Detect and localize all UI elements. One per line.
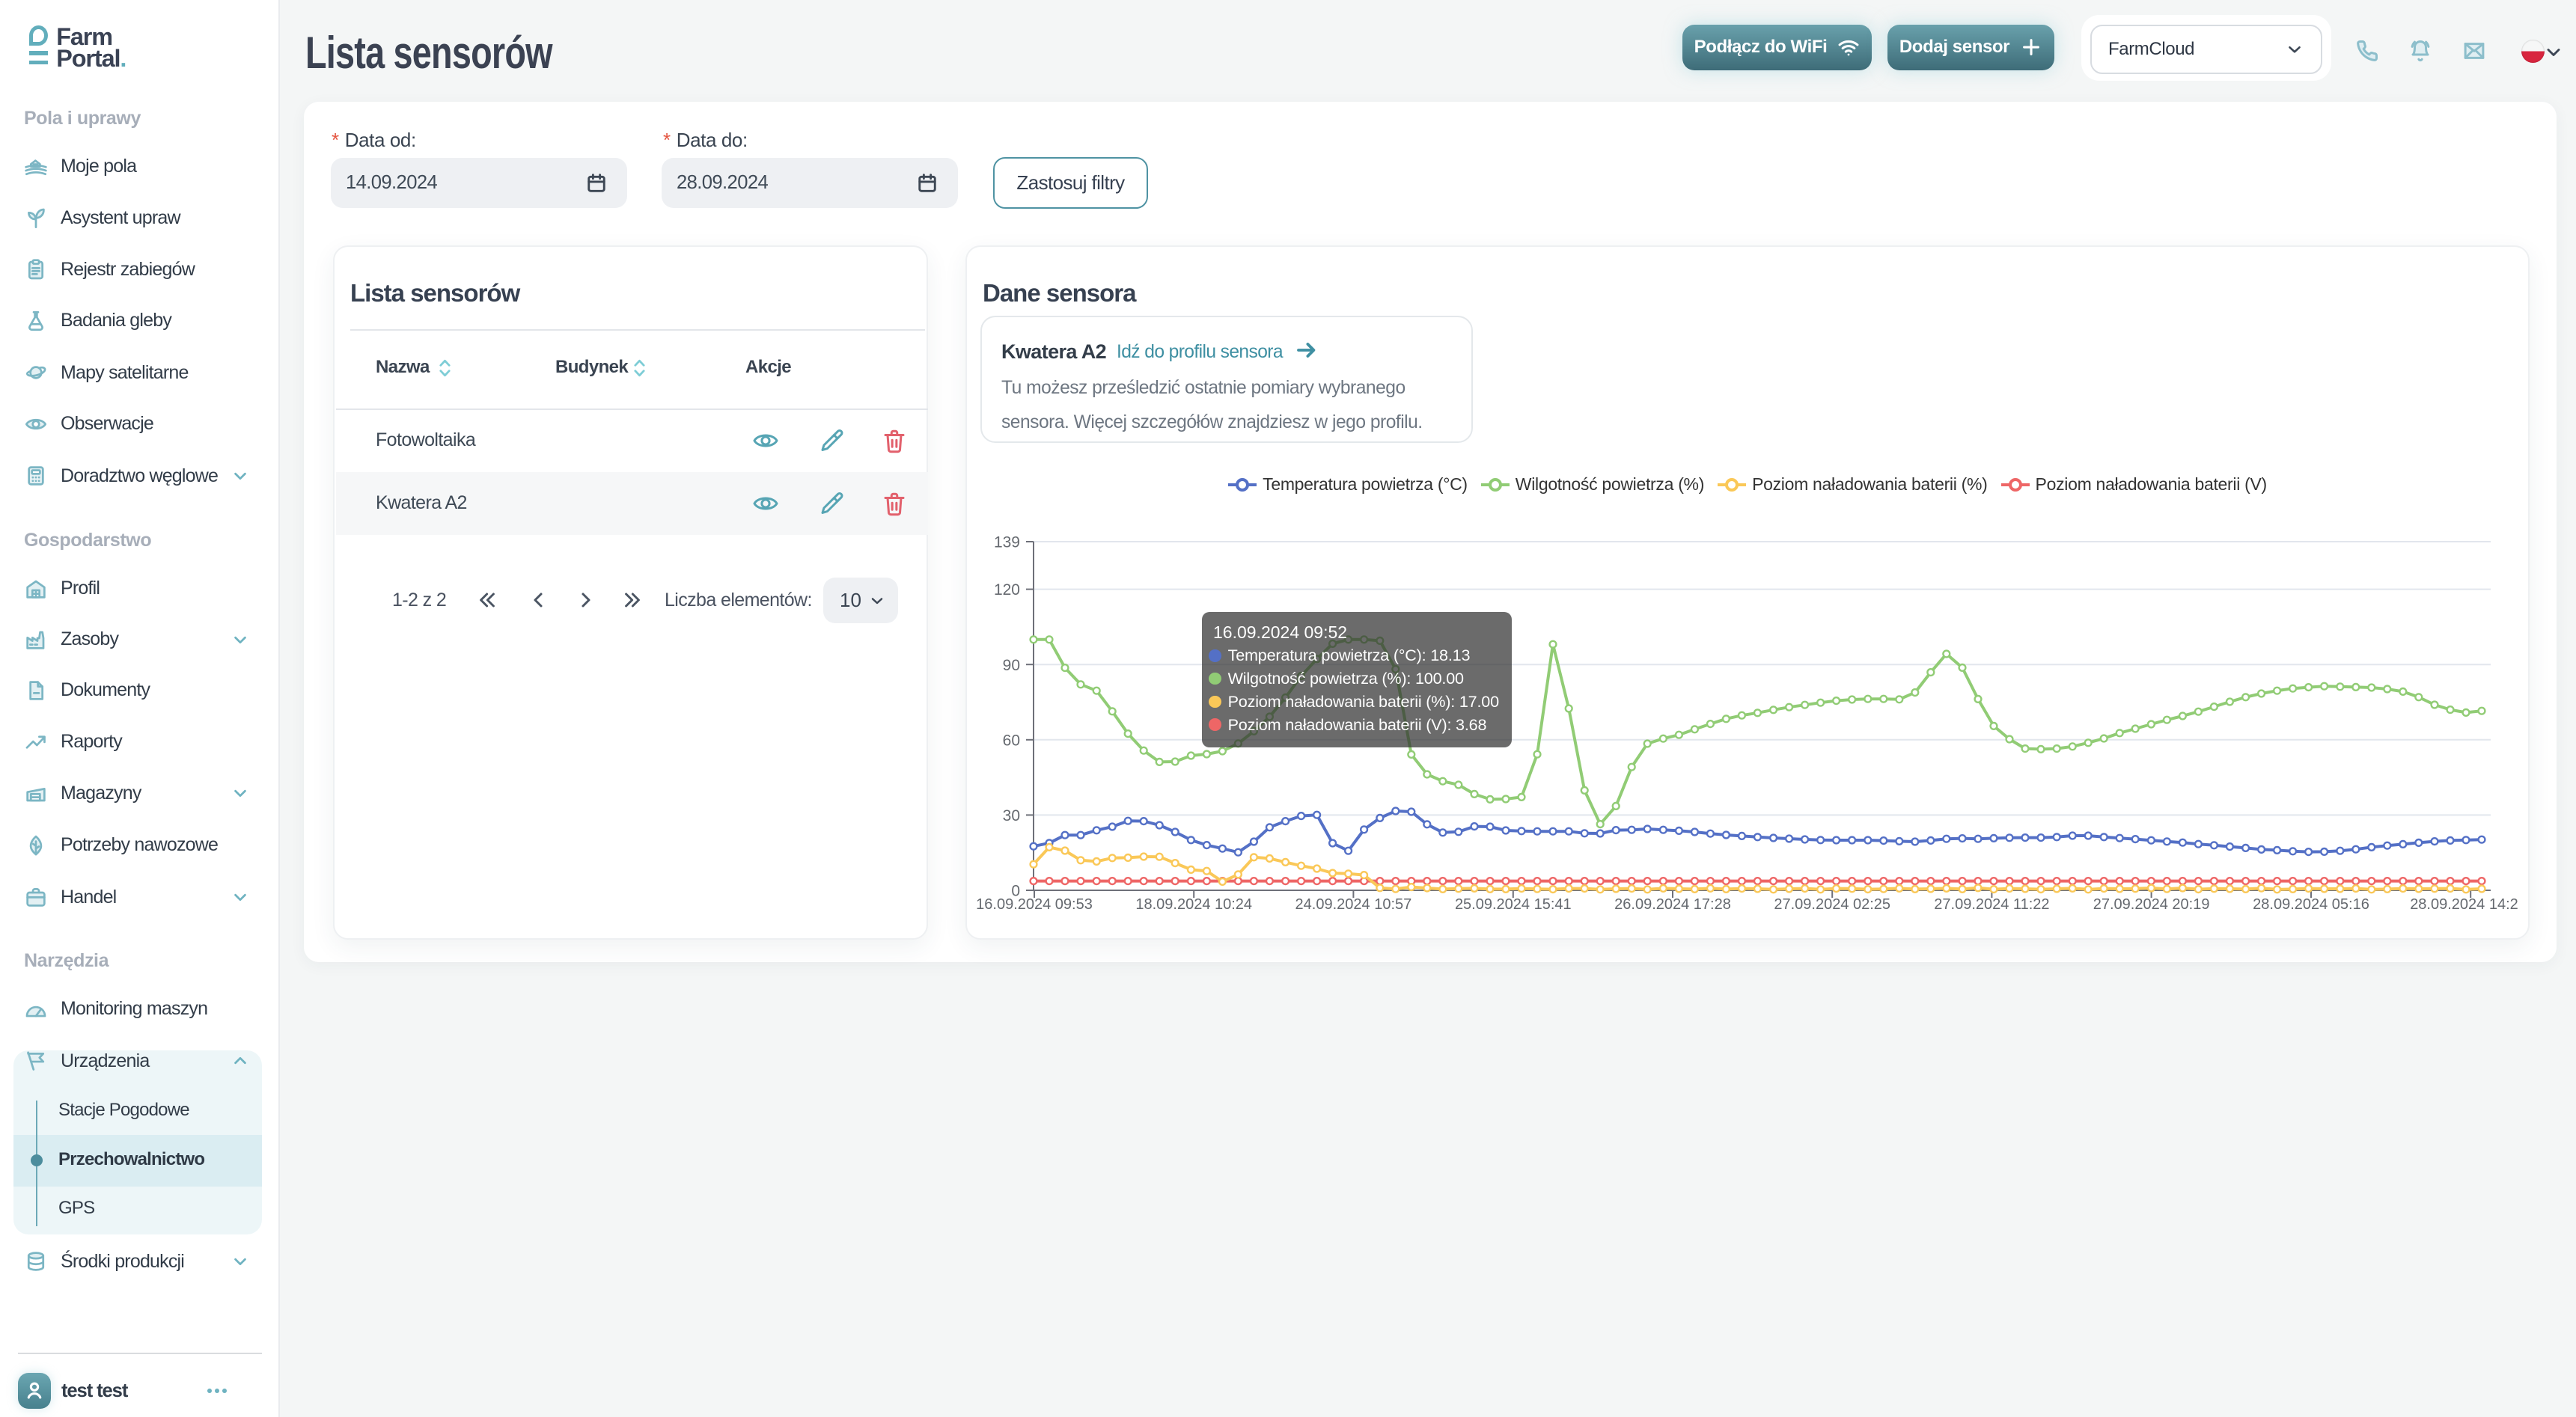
- svg-text:27.09.2024 20:19: 27.09.2024 20:19: [2093, 896, 2210, 913]
- svg-text:90: 90: [1003, 657, 1020, 674]
- svg-text:16.09.2024 09:53: 16.09.2024 09:53: [976, 896, 1093, 913]
- svg-text:28.09.2024 14:2: 28.09.2024 14:2: [2410, 896, 2518, 913]
- svg-text:139: 139: [994, 534, 1020, 551]
- svg-text:18.09.2024 10:24: 18.09.2024 10:24: [1135, 896, 1252, 913]
- svg-text:28.09.2024 05:16: 28.09.2024 05:16: [2253, 896, 2369, 913]
- svg-text:26.09.2024 17:28: 26.09.2024 17:28: [1614, 896, 1731, 913]
- svg-text:30: 30: [1003, 807, 1020, 824]
- svg-text:24.09.2024 10:57: 24.09.2024 10:57: [1295, 896, 1412, 913]
- svg-text:27.09.2024 11:22: 27.09.2024 11:22: [1934, 896, 2049, 913]
- svg-text:120: 120: [994, 581, 1020, 599]
- svg-text:27.09.2024 02:25: 27.09.2024 02:25: [1774, 896, 1890, 913]
- svg-text:25.09.2024 15:41: 25.09.2024 15:41: [1455, 896, 1572, 913]
- svg-text:60: 60: [1003, 732, 1020, 749]
